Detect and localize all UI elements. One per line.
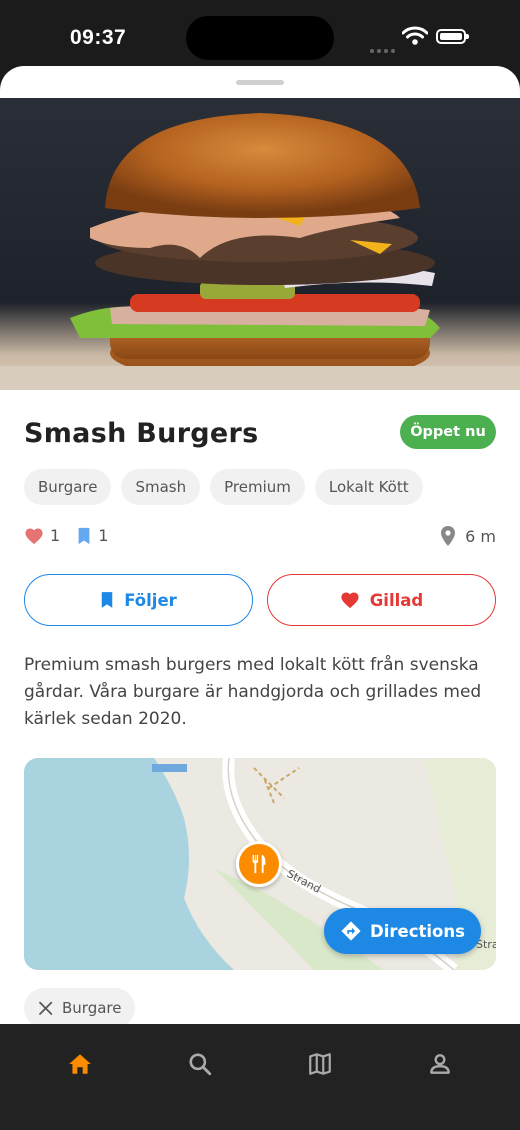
bookmark-icon	[78, 527, 90, 544]
distance-stat: 6 m	[441, 526, 496, 546]
nav-search[interactable]	[180, 1044, 220, 1084]
open-status-badge: Öppet nu	[400, 415, 496, 449]
profile-icon	[430, 1054, 450, 1074]
battery-icon	[436, 29, 469, 44]
location-map[interactable]: Strand Stra Directions	[24, 758, 496, 970]
burger-illustration	[0, 113, 520, 390]
tag-chip[interactable]: Burgare	[24, 469, 112, 505]
tag-chip[interactable]: Smash	[121, 469, 201, 505]
status-time: 09:37	[70, 26, 127, 49]
follow-label: Följer	[124, 590, 177, 610]
restaurant-marker[interactable]	[236, 841, 282, 887]
signal-dots-icon	[370, 38, 398, 57]
nav-home[interactable]	[60, 1044, 100, 1084]
nav-profile[interactable]	[420, 1044, 460, 1084]
map-icon	[309, 1053, 331, 1075]
place-detail-sheet: Smash Burgers Öppet nu Burgare Smash Pre…	[0, 66, 520, 1024]
status-bar: 09:37	[0, 0, 520, 66]
bottom-navigation	[0, 1024, 520, 1130]
likes-stat: 1	[24, 526, 60, 545]
place-title: Smash Burgers	[24, 418, 259, 449]
search-icon	[189, 1053, 212, 1076]
likes-count: 1	[50, 526, 61, 545]
heart-icon	[341, 592, 359, 609]
like-label: Gillad	[369, 590, 424, 610]
fork-knife-icon	[39, 1001, 53, 1015]
tag-chip[interactable]: Premium	[210, 469, 305, 505]
directions-label: Directions	[370, 921, 465, 941]
nav-map[interactable]	[300, 1044, 340, 1084]
engagement-stats: 1 1	[24, 526, 124, 545]
tag-chip[interactable]: Lokalt Kött	[314, 469, 423, 505]
category-chip[interactable]: Burgare	[24, 988, 136, 1024]
like-button[interactable]: Gillad	[267, 574, 496, 626]
bookmarks-count: 1	[98, 526, 109, 545]
place-description: Premium smash burgers med lokalt kött fr…	[24, 655, 482, 729]
category-label: Burgare	[62, 999, 122, 1017]
fork-knife-icon	[252, 854, 266, 874]
follow-button[interactable]: Följer	[24, 574, 253, 626]
bookmark-icon	[101, 592, 113, 608]
home-icon	[69, 1054, 91, 1074]
location-pin-icon	[441, 526, 456, 546]
distance-value: 6 m	[465, 526, 496, 546]
directions-button[interactable]: Directions	[324, 908, 481, 954]
sheet-drag-handle[interactable]	[236, 80, 284, 85]
directions-icon	[341, 921, 361, 941]
tag-list: Burgare Smash Premium Lokalt Kött	[24, 469, 423, 505]
dynamic-island	[186, 16, 334, 60]
wifi-icon	[402, 26, 428, 45]
heart-icon	[25, 527, 43, 544]
place-hero-image	[0, 98, 520, 390]
bookmarks-stat: 1	[76, 526, 108, 545]
